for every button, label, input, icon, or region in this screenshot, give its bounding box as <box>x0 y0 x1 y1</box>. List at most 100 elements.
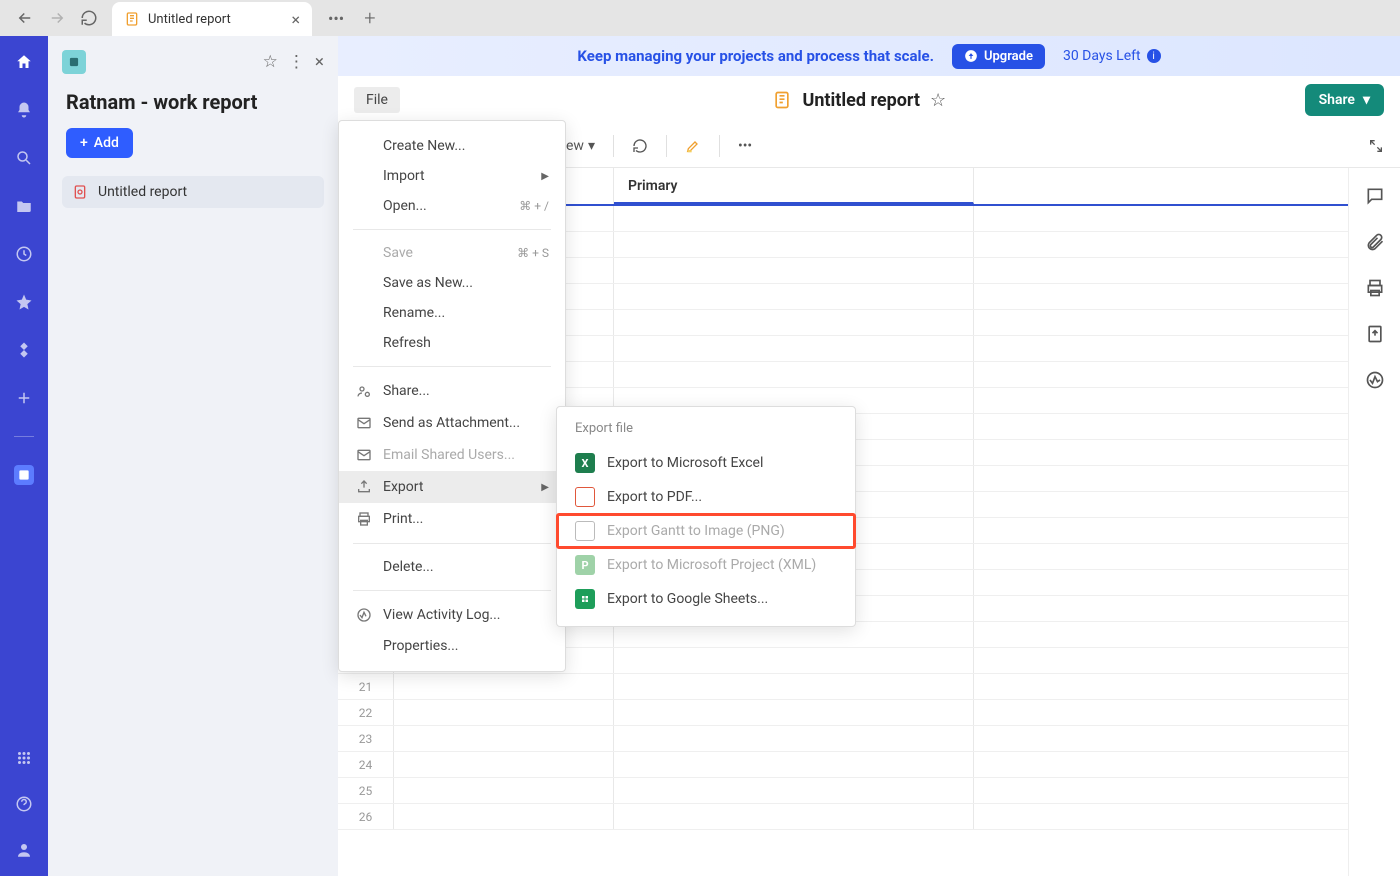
grid-cell[interactable] <box>614 258 974 283</box>
back-arrow-icon[interactable] <box>16 9 34 27</box>
menu-create-new[interactable]: Create New... <box>339 131 565 161</box>
toolbar-more-icon[interactable]: ••• <box>738 138 752 154</box>
grid-cell[interactable] <box>614 752 974 777</box>
menu-import[interactable]: Import▶ <box>339 161 565 191</box>
grid-cell[interactable] <box>614 336 974 361</box>
menu-activity-log[interactable]: View Activity Log... <box>339 599 565 631</box>
nav-arrows-group <box>8 9 106 27</box>
toolbar-refresh-icon[interactable] <box>632 138 648 154</box>
menu-share[interactable]: Share... <box>339 375 565 407</box>
menu-save-as-new[interactable]: Save as New... <box>339 268 565 298</box>
table-row[interactable]: 22 <box>338 700 1348 726</box>
nav-diamond-icon[interactable] <box>14 340 34 360</box>
export-msproject[interactable]: P Export to Microsoft Project (XML) <box>557 548 855 582</box>
nav-home-icon[interactable] <box>14 52 34 72</box>
nav-workspace-icon[interactable] <box>14 465 34 485</box>
nav-bell-icon[interactable] <box>14 100 34 120</box>
menu-delete[interactable]: Delete... <box>339 552 565 582</box>
file-menu-button[interactable]: File <box>354 87 400 113</box>
left-panel-more-icon[interactable]: ⋮ <box>288 52 305 72</box>
export-gsheets[interactable]: Export to Google Sheets... <box>557 582 855 616</box>
add-tab-icon[interactable]: + <box>364 6 375 30</box>
grid-cell[interactable] <box>614 778 974 803</box>
grid-cell[interactable] <box>394 674 614 699</box>
workspace-avatar-icon[interactable] <box>62 50 86 74</box>
table-row[interactable]: 25 <box>338 778 1348 804</box>
rail-publish-icon[interactable] <box>1365 324 1385 344</box>
expand-icon[interactable] <box>1368 138 1384 154</box>
export-excel[interactable]: X Export to Microsoft Excel <box>557 446 855 480</box>
browser-tab[interactable]: Untitled report × <box>112 2 312 36</box>
grid-cell[interactable] <box>614 310 974 335</box>
menu-send-attachment[interactable]: Send as Attachment... <box>339 407 565 439</box>
toolbar-highlight-icon[interactable] <box>685 138 701 154</box>
rail-chat-icon[interactable] <box>1365 186 1385 206</box>
menu-open[interactable]: Open...⌘ + / <box>339 191 565 221</box>
grid-cell[interactable] <box>614 648 974 673</box>
menu-refresh[interactable]: Refresh <box>339 328 565 358</box>
menu-save: Save⌘ + S <box>339 238 565 268</box>
grid-cell[interactable] <box>614 674 974 699</box>
grid-cell[interactable] <box>614 726 974 751</box>
nav-apps-icon[interactable] <box>14 748 34 768</box>
doc-star-icon[interactable]: ☆ <box>930 90 946 111</box>
menu-export[interactable]: Export ▶ <box>339 471 565 503</box>
nav-help-icon[interactable] <box>14 794 34 814</box>
nav-folder-icon[interactable] <box>14 196 34 216</box>
grid-cell[interactable] <box>614 804 974 829</box>
grid-cell[interactable] <box>614 362 974 387</box>
table-row[interactable]: 23 <box>338 726 1348 752</box>
rail-attachment-icon[interactable] <box>1365 232 1385 252</box>
export-pdf-label: Export to PDF... <box>607 489 702 505</box>
menu-print[interactable]: Print... <box>339 503 565 535</box>
table-row[interactable]: 26 <box>338 804 1348 830</box>
tab-overflow-icon[interactable]: ••• <box>328 9 344 28</box>
grid-cell[interactable] <box>394 804 614 829</box>
main-area: Keep managing your projects and process … <box>338 36 1400 876</box>
days-left-label: 30 Days Left <box>1063 48 1141 64</box>
grid-cell[interactable] <box>394 778 614 803</box>
nav-star-icon[interactable] <box>14 292 34 312</box>
grid-cell[interactable] <box>614 284 974 309</box>
grid-cell[interactable] <box>394 726 614 751</box>
nav-search-icon[interactable] <box>14 148 34 168</box>
export-msproject-label: Export to Microsoft Project (XML) <box>607 557 816 573</box>
add-button[interactable]: + Add <box>66 128 133 158</box>
close-tab-icon[interactable]: × <box>291 10 300 29</box>
grid-cell[interactable] <box>614 700 974 725</box>
table-row[interactable]: 24 <box>338 752 1348 778</box>
grid-cell[interactable] <box>614 206 974 231</box>
menu-divider <box>353 590 551 591</box>
nav-plus-icon[interactable] <box>14 388 34 408</box>
export-gantt-png[interactable]: Export Gantt to Image (PNG) <box>557 514 855 548</box>
left-panel-star-icon[interactable]: ☆ <box>263 52 278 72</box>
menu-rename[interactable]: Rename... <box>339 298 565 328</box>
rail-print-icon[interactable] <box>1365 278 1385 298</box>
info-icon[interactable]: i <box>1147 49 1161 63</box>
nav-user-icon[interactable] <box>14 840 34 860</box>
left-panel-header: ☆ ⋮ × <box>62 50 324 74</box>
grid-cell[interactable] <box>394 752 614 777</box>
refresh-icon[interactable] <box>80 9 98 27</box>
toolbar-view-dropdown[interactable]: ew ▾ <box>566 138 595 154</box>
share-button[interactable]: Share ▾ <box>1305 84 1384 116</box>
grid-cell[interactable] <box>614 232 974 257</box>
rownum: 24 <box>338 752 394 777</box>
table-row[interactable]: 21 <box>338 674 1348 700</box>
grid-col-header-primary[interactable]: Primary <box>614 168 974 204</box>
menu-properties[interactable]: Properties... <box>339 631 565 661</box>
nav-divider <box>14 436 34 437</box>
rail-activity-icon[interactable] <box>1365 370 1385 390</box>
sidebar-item-report[interactable]: Untitled report <box>62 176 324 208</box>
doc-title[interactable]: Untitled report <box>802 90 920 111</box>
export-pdf[interactable]: Export to PDF... <box>557 480 855 514</box>
forward-arrow-icon[interactable] <box>48 9 66 27</box>
export-submenu-title: Export file <box>557 415 855 446</box>
left-panel-close-icon[interactable]: × <box>315 52 324 72</box>
share-caret-icon: ▾ <box>1363 92 1370 108</box>
upgrade-button[interactable]: Upgrade <box>952 44 1045 69</box>
nav-indicator-caret <box>48 474 54 486</box>
nav-clock-icon[interactable] <box>14 244 34 264</box>
left-panel: ☆ ⋮ × Ratnam - work report + Add Untitle… <box>48 36 338 876</box>
grid-cell[interactable] <box>394 700 614 725</box>
